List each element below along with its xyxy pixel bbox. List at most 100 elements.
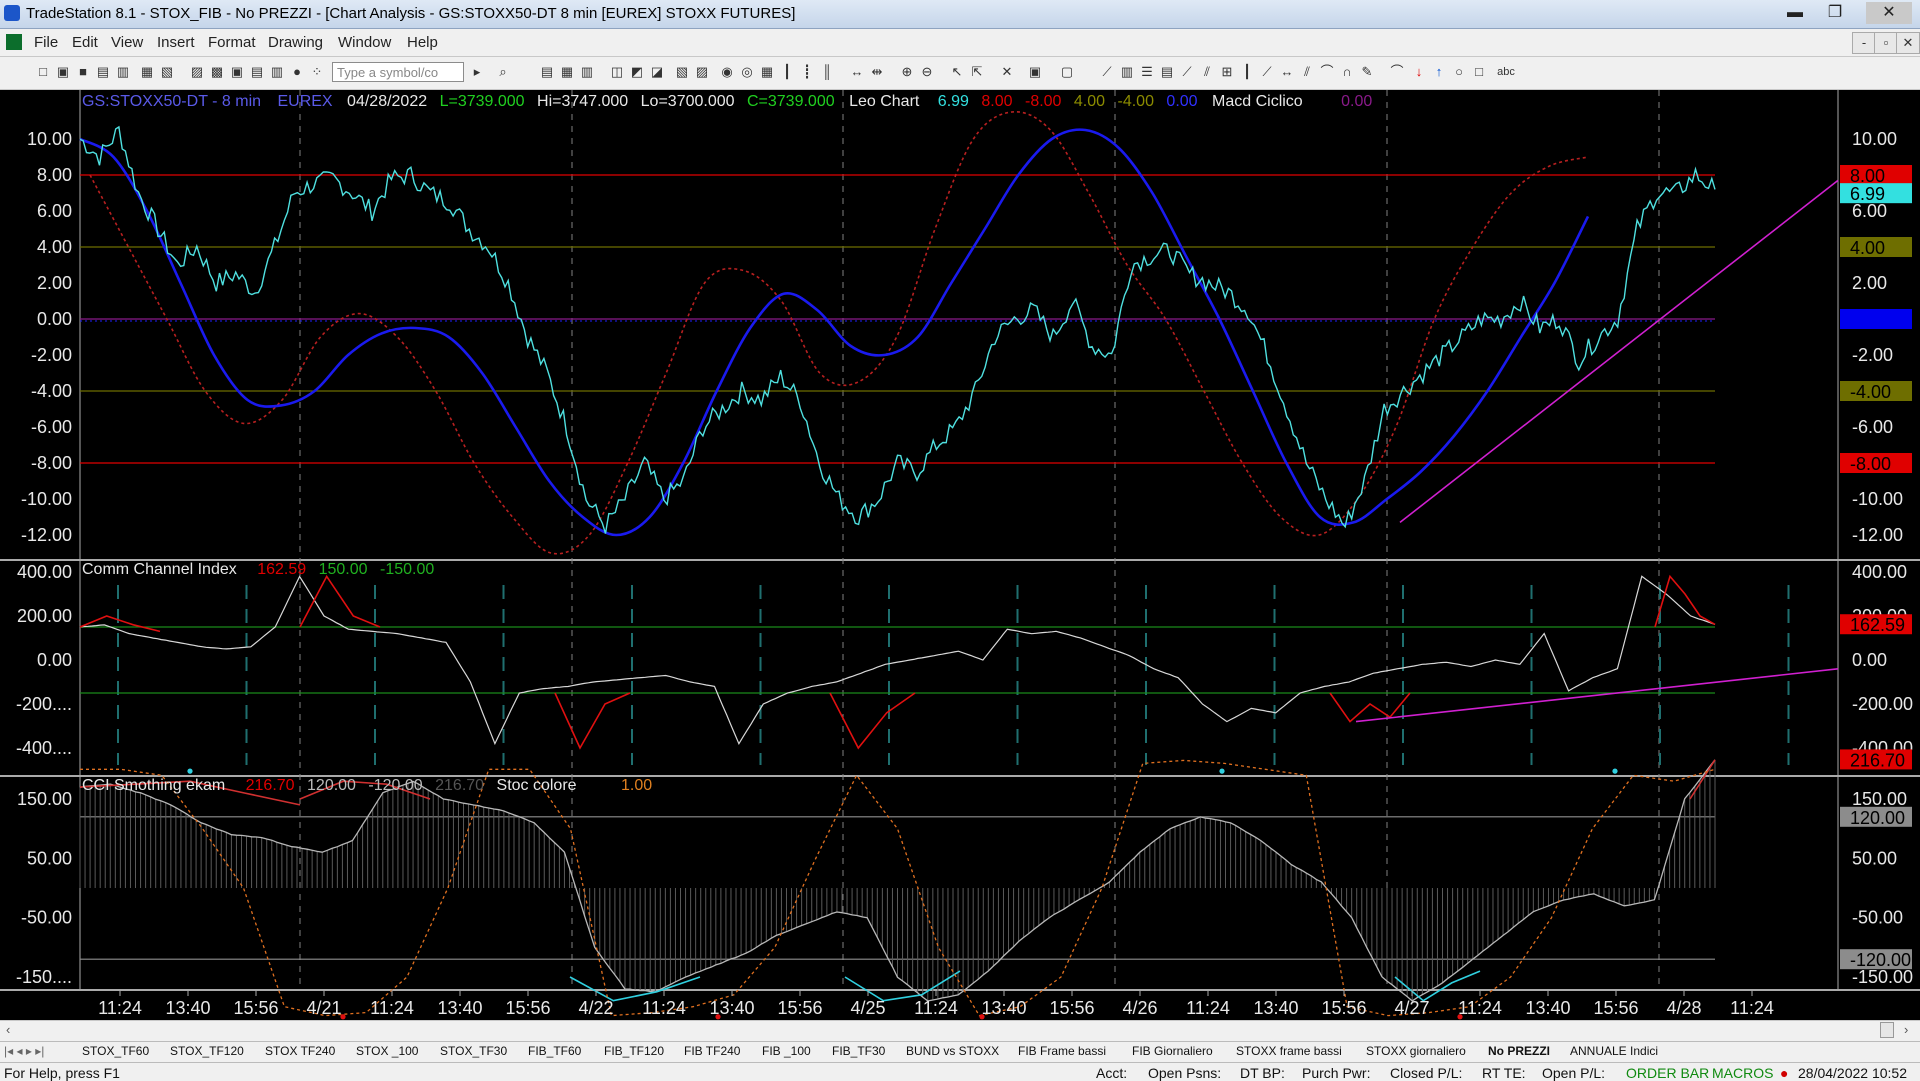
menu-file[interactable]: File (34, 34, 58, 51)
mdi-restore-button[interactable]: ▫ (1874, 32, 1898, 54)
arrow-up-icon[interactable]: ↑ (1432, 64, 1446, 80)
chart-window-icon[interactable] (6, 34, 22, 50)
tab-stox-tf60[interactable]: STOX_TF60 (82, 1044, 149, 1058)
arrow-right-icon[interactable]: ▸ (470, 64, 484, 80)
workspace-icon[interactable]: ▨ (190, 64, 204, 80)
dots-icon[interactable]: ⁘ (310, 64, 324, 80)
vertical-line-icon[interactable]: ┃ (1240, 64, 1254, 80)
macro-icon[interactable]: ▣ (1028, 64, 1042, 80)
tab-nav-first-icon[interactable]: |◂ ◂ ▸ ▸| (4, 1044, 44, 1058)
indicator-icon[interactable]: ▧ (675, 64, 689, 80)
zoom-out-x-icon[interactable]: ⇹ (870, 64, 884, 80)
tab-stox-tf240[interactable]: STOX TF240 (265, 1044, 335, 1058)
volume-icon[interactable]: ▦ (760, 64, 774, 80)
parallel-icon[interactable]: ⫽ (1300, 64, 1314, 80)
scroll-left-icon[interactable]: ‹ (6, 1022, 10, 1037)
minimize-button[interactable]: ▬ (1778, 2, 1812, 24)
chart-type-icon[interactable]: ◫ (610, 64, 624, 80)
horizontal-scrollbar[interactable]: ‹ › (0, 1020, 1920, 1041)
pointer-data-icon[interactable]: ⇱ (970, 64, 984, 80)
horizontal-line-icon[interactable]: ↔ (1280, 64, 1294, 80)
candle-icon[interactable]: ║ (820, 64, 834, 80)
hide-icon[interactable]: ▢ (1060, 64, 1074, 80)
vertical-lines-icon[interactable]: ▥ (1120, 64, 1134, 80)
radar-icon[interactable]: ● (290, 64, 304, 80)
mdi-minimize-button[interactable]: - (1852, 32, 1876, 54)
radar-screen-icon[interactable]: ◉ (720, 64, 734, 80)
symbol-input[interactable]: Type a symbol/co (332, 62, 464, 82)
gann-icon[interactable]: ⫽ (1200, 64, 1214, 80)
menu-view[interactable]: View (111, 34, 143, 51)
bars-icon[interactable]: ┋ (800, 64, 814, 80)
mdi-close-button[interactable]: ✕ (1896, 32, 1920, 54)
symbol-search-icon[interactable]: ⌕ (496, 64, 510, 80)
tab-stoxx-frame-bassi[interactable]: STOXX frame bassi (1236, 1044, 1342, 1058)
window-icon[interactable]: ▩ (210, 64, 224, 80)
format-icon[interactable]: ▤ (540, 64, 554, 80)
arrow-down-icon[interactable]: ↓ (1412, 64, 1426, 80)
open-icon[interactable]: ▣ (56, 64, 70, 80)
scroll-right-icon[interactable]: › (1904, 1022, 1908, 1037)
tab-stoxx-giornaliero[interactable]: STOXX giornaliero (1366, 1044, 1466, 1058)
print-icon[interactable]: ▧ (160, 64, 174, 80)
tab-stox-100[interactable]: STOX _100 (356, 1044, 418, 1058)
tab-fib-tf30[interactable]: FIB_TF30 (832, 1044, 885, 1058)
fan-icon[interactable]: ⟋ (1260, 64, 1274, 80)
menu-drawing[interactable]: Drawing (268, 34, 323, 51)
menu-edit[interactable]: Edit (72, 34, 98, 51)
zoom-in-x-icon[interactable]: ↔ (850, 64, 864, 80)
scroll-thumb[interactable] (1880, 1022, 1894, 1038)
format-2-icon[interactable]: ▦ (560, 64, 574, 80)
cycle-icon[interactable]: ∩ (1340, 64, 1354, 80)
arc-icon[interactable]: ⌒ (1320, 64, 1334, 80)
tab-bund-vs-stoxx[interactable]: BUND vs STOXX (906, 1044, 999, 1058)
pointer-icon[interactable]: ↖ (950, 64, 964, 80)
chart-area[interactable]: 10.0010.008.008.006.006.004.004.002.002.… (0, 90, 1920, 1020)
menu-help[interactable]: Help (407, 34, 438, 51)
pencil-icon[interactable]: ✎ (1360, 64, 1374, 80)
tab-fib-tf240[interactable]: FIB TF240 (684, 1044, 740, 1058)
tab-stox-tf120[interactable]: STOX_TF120 (170, 1044, 244, 1058)
menu-format[interactable]: Format (208, 34, 256, 51)
tab-fib-frame-bassi[interactable]: FIB Frame bassi (1018, 1044, 1106, 1058)
lock-icon[interactable]: ▤ (250, 64, 264, 80)
curve-icon[interactable]: ⌒ (1390, 64, 1404, 80)
chart-svg[interactable]: 10.0010.008.008.006.006.004.004.002.002.… (0, 90, 1920, 1020)
tab-fib-100[interactable]: FIB _100 (762, 1044, 811, 1058)
status-macros[interactable]: MACROS (1712, 1065, 1773, 1081)
close-button[interactable]: ✕ (1866, 2, 1912, 24)
strategy-icon[interactable]: ▨ (695, 64, 709, 80)
channel-icon[interactable]: ⟋ (1180, 64, 1194, 80)
paint-bar-icon[interactable]: ◎ (740, 64, 754, 80)
save-icon[interactable]: ■ (76, 64, 90, 80)
copy-icon[interactable]: ▣ (230, 64, 244, 80)
speed-lines-icon[interactable]: ⊞ (1220, 64, 1234, 80)
chart-style-icon[interactable]: ◩ (630, 64, 644, 80)
format-3-icon[interactable]: ▥ (580, 64, 594, 80)
zoom-out-icon[interactable]: ⊖ (920, 64, 934, 80)
ellipse-icon[interactable]: ○ (1452, 64, 1466, 80)
save-all-icon[interactable]: ▤ (96, 64, 110, 80)
tab-no-prezzi[interactable]: No PREZZI (1488, 1044, 1550, 1058)
zoom-in-icon[interactable]: ⊕ (900, 64, 914, 80)
tab-fib-tf60[interactable]: FIB_TF60 (528, 1044, 581, 1058)
bar-icon[interactable]: ┃ (780, 64, 794, 80)
rectangle-icon[interactable]: □ (1472, 64, 1486, 80)
chart-settings-icon[interactable]: ◪ (650, 64, 664, 80)
maximize-button[interactable]: ❐ (1818, 2, 1852, 24)
status-order-bar[interactable]: ORDER BAR (1626, 1065, 1709, 1081)
print-preview-icon[interactable]: ▦ (140, 64, 154, 80)
tab-annuale-indici[interactable]: ANNUALE Indici (1570, 1044, 1658, 1058)
tab-fib-giornaliero[interactable]: FIB Giornaliero (1132, 1044, 1213, 1058)
menu-window[interactable]: Window (338, 34, 391, 51)
new-icon[interactable]: □ (36, 64, 50, 80)
menu-insert[interactable]: Insert (157, 34, 195, 51)
open-folder-icon[interactable]: ▥ (116, 64, 130, 80)
tools-icon[interactable]: ✕ (1000, 64, 1014, 80)
tab-stox-tf30[interactable]: STOX_TF30 (440, 1044, 507, 1058)
trendline-icon[interactable]: ⟋ (1100, 64, 1114, 80)
tab-fib-tf120[interactable]: FIB_TF120 (604, 1044, 664, 1058)
alert-icon[interactable]: ▥ (270, 64, 284, 80)
text-icon[interactable]: abc (1494, 64, 1518, 80)
horizontal-lines-icon[interactable]: ☰ (1140, 64, 1154, 80)
